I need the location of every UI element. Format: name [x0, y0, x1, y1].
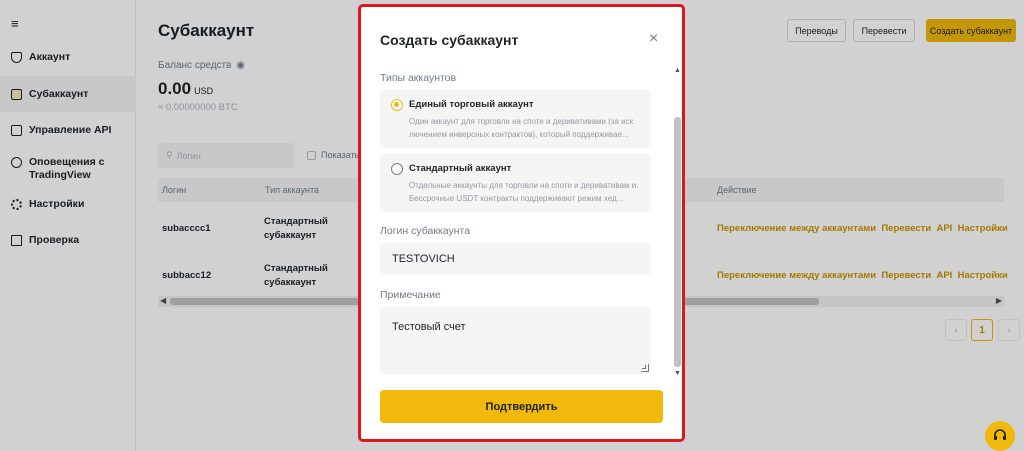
- resize-handle-icon[interactable]: [641, 364, 649, 372]
- option-description: Один аккаунт для торговли на споте и дер…: [409, 117, 634, 139]
- scroll-up-icon[interactable]: ▲: [674, 67, 681, 74]
- option-unified-account[interactable]: Единый торговый аккаунт Один аккаунт для…: [380, 90, 651, 148]
- radio-unselected[interactable]: [391, 163, 403, 175]
- option-standard-account[interactable]: Стандартный аккаунт Отдельные аккаунты д…: [380, 154, 651, 212]
- note-label: Примечание: [380, 289, 441, 301]
- confirm-button[interactable]: Подтвердить: [380, 390, 663, 423]
- login-label: Логин субаккаунта: [380, 225, 471, 237]
- option-description: Отдельные аккаунты для торговли на споте…: [409, 181, 639, 203]
- modal-scrollbar[interactable]: ▲ ▼: [673, 67, 682, 379]
- option-name: Единый торговый аккаунт: [409, 99, 534, 110]
- account-types-label: Типы аккаунтов: [380, 72, 457, 84]
- headset-icon: [994, 429, 1006, 440]
- note-textarea[interactable]: Тестовый счет: [380, 307, 651, 374]
- scroll-down-icon[interactable]: ▼: [674, 370, 681, 377]
- create-subaccount-modal: Создать субаккаунт × ▲ ▼ Типы аккаунтов …: [358, 4, 685, 442]
- login-input[interactable]: TESTOVICH: [380, 243, 651, 275]
- radio-selected[interactable]: [391, 99, 403, 111]
- modal-title: Создать субаккаунт: [380, 32, 519, 48]
- close-icon[interactable]: ×: [649, 30, 658, 48]
- option-name: Стандартный аккаунт: [409, 163, 512, 174]
- scrollbar-thumb[interactable]: [674, 117, 681, 367]
- support-button[interactable]: [985, 421, 1015, 451]
